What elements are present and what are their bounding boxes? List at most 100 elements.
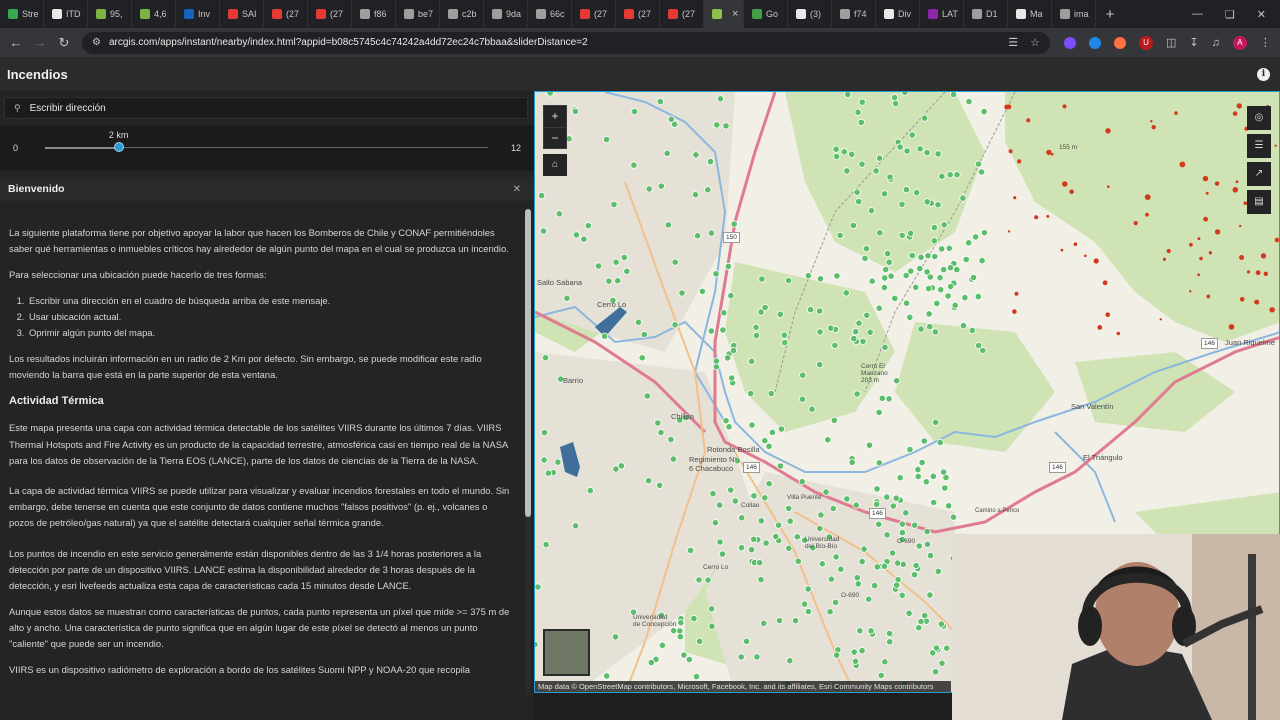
browser-tab[interactable]: ×: [704, 0, 744, 28]
poi-marker: [685, 655, 693, 664]
home-icon: ⌂: [551, 159, 559, 170]
thermal-hotspot-marker: [1116, 331, 1120, 336]
tab-close-icon[interactable]: ×: [732, 8, 738, 20]
tab-strip: Stre ITD 95, 4,6 Inv SAI (27 (27 f86 be7 c2b 9da 66c…: [0, 0, 1096, 28]
poi-marker: [867, 627, 875, 635]
thermal-hotspot-marker: [1062, 181, 1068, 187]
browser-tab[interactable]: Inv: [176, 0, 220, 28]
browser-tab[interactable]: Stre: [0, 0, 44, 28]
bookmark-star-icon[interactable]: ☆: [1030, 36, 1040, 49]
poi-marker: [965, 239, 973, 247]
zoom-out-button[interactable]: −: [544, 128, 566, 149]
browser-tab[interactable]: Ma: [1008, 0, 1052, 28]
browser-tab[interactable]: LAT: [920, 0, 964, 28]
translate-icon[interactable]: ☰: [1008, 36, 1018, 49]
tab-label: (27: [286, 9, 300, 19]
address-search-input[interactable]: [29, 102, 510, 114]
browser-menu-icon[interactable]: ⋮: [1260, 36, 1271, 49]
browser-tab[interactable]: (27: [660, 0, 704, 28]
url-field[interactable]: ⚙ arcgis.com/apps/instant/nearby/index.h…: [82, 31, 1050, 54]
poi-marker: [728, 374, 736, 382]
poi-marker: [924, 252, 932, 260]
poi-marker: [762, 539, 770, 547]
browser-tab[interactable]: f74: [832, 0, 876, 28]
browser-tab[interactable]: ITD: [44, 0, 88, 28]
browser-tab[interactable]: be7: [396, 0, 440, 28]
extension-icon[interactable]: [1089, 36, 1101, 49]
poi-marker: [980, 229, 988, 237]
browser-tab[interactable]: D1: [964, 0, 1008, 28]
thermal-hotspot-marker: [1102, 280, 1108, 286]
poi-marker: [767, 389, 775, 398]
poi-marker: [603, 672, 611, 680]
tab-favicon-icon: [272, 9, 282, 19]
legend-button[interactable]: ☰: [1247, 134, 1271, 158]
browser-tab[interactable]: (3): [788, 0, 832, 28]
browser-tab[interactable]: f86: [352, 0, 396, 28]
poi-marker: [827, 575, 835, 583]
zoom-in-button[interactable]: +: [544, 106, 566, 127]
extensions-puzzle-icon[interactable]: ◫: [1166, 36, 1176, 49]
browser-tab[interactable]: 9da: [484, 0, 528, 28]
thermal-hotspot-marker: [1014, 291, 1019, 296]
browser-tab[interactable]: (27: [616, 0, 660, 28]
poi-marker: [676, 633, 684, 641]
browser-tab[interactable]: (27: [264, 0, 308, 28]
minimize-icon[interactable]: —: [1192, 8, 1203, 21]
browser-tab[interactable]: 4,6: [132, 0, 176, 28]
share-icon: ↗: [1254, 168, 1264, 179]
home-button[interactable]: ⌂: [543, 154, 567, 176]
poi-marker: [603, 135, 611, 144]
info-icon[interactable]: i: [1257, 67, 1270, 81]
ublock-icon[interactable]: U: [1139, 35, 1153, 50]
browser-tab[interactable]: ima: [1052, 0, 1096, 28]
extension-icon[interactable]: [1114, 36, 1126, 49]
thermal-hotspot-marker: [1239, 255, 1245, 260]
extension-icon[interactable]: [1064, 36, 1076, 49]
poi-marker: [806, 306, 815, 314]
browser-tab[interactable]: 95,: [88, 0, 132, 28]
poi-marker: [758, 275, 766, 283]
poi-marker: [630, 161, 638, 169]
poi-marker: [856, 627, 864, 635]
share-button[interactable]: ↗: [1247, 162, 1271, 186]
restore-icon[interactable]: ❏: [1225, 8, 1235, 21]
poi-marker: [866, 328, 874, 336]
poi-marker: [883, 531, 891, 539]
new-tab-button[interactable]: +: [1096, 6, 1124, 23]
scrollbar-thumb[interactable]: [525, 209, 531, 517]
poi-marker: [880, 562, 889, 570]
media-icon[interactable]: ♫: [1212, 37, 1220, 49]
basemap-toggle-thumbnail[interactable]: [543, 629, 590, 676]
browser-tab[interactable]: c2b: [440, 0, 484, 28]
locate-button[interactable]: ◎: [1247, 106, 1271, 130]
back-icon[interactable]: ←: [4, 35, 28, 50]
forward-icon[interactable]: →: [28, 35, 52, 50]
profile-avatar[interactable]: A: [1232, 35, 1247, 50]
poi-marker: [917, 617, 925, 626]
download-icon[interactable]: ↧: [1189, 36, 1198, 49]
close-icon[interactable]: ✕: [513, 184, 521, 195]
close-window-icon[interactable]: ✕: [1257, 8, 1266, 21]
poi-marker: [824, 436, 832, 444]
browser-tab[interactable]: Div: [876, 0, 920, 28]
poi-marker: [727, 486, 735, 494]
map-label-cerro-manzano: Cerro El Manzano 203 m: [861, 363, 888, 384]
poi-marker: [853, 574, 861, 582]
site-info-icon[interactable]: ⚙: [92, 37, 101, 48]
basemap-button[interactable]: ▤: [1247, 190, 1271, 214]
slider-thumb[interactable]: [113, 142, 124, 152]
poi-marker: [708, 605, 716, 613]
poi-marker: [707, 229, 715, 237]
browser-tab[interactable]: SAI: [220, 0, 264, 28]
browser-tab[interactable]: Go: [744, 0, 788, 28]
browser-tab[interactable]: (27: [572, 0, 616, 28]
panel-scrollbar[interactable]: [525, 209, 531, 695]
browser-tab[interactable]: 66c: [528, 0, 572, 28]
browser-tab[interactable]: (27: [308, 0, 352, 28]
map-label-cerro-lo-south: Cerro Lo: [703, 564, 729, 571]
poi-marker: [827, 324, 835, 332]
tab-favicon-icon: [1016, 9, 1026, 19]
tab-label: (3): [810, 9, 821, 19]
reload-icon[interactable]: ↻: [52, 35, 76, 51]
